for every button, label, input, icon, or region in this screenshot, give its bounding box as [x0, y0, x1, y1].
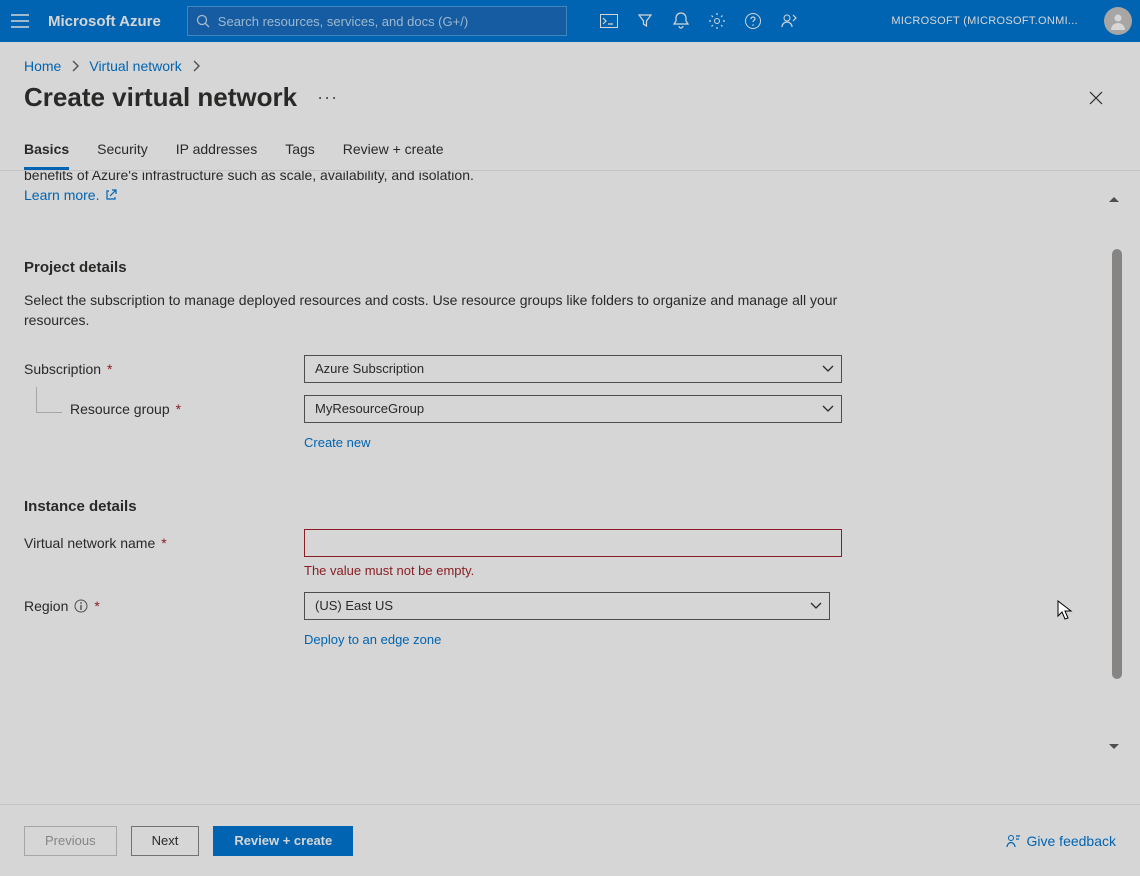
external-link-icon — [105, 189, 117, 201]
tab-basics[interactable]: Basics — [24, 129, 69, 170]
subscription-label-text: Subscription — [24, 361, 101, 377]
footer-bar: Previous Next Review + create Give feedb… — [0, 804, 1140, 876]
next-button[interactable]: Next — [131, 826, 200, 856]
breadcrumb: Home Virtual network — [0, 42, 1140, 82]
settings-icon[interactable] — [707, 11, 727, 31]
required-asterisk: * — [161, 535, 166, 551]
resource-group-label: Resource group * — [24, 401, 304, 417]
previous-button: Previous — [24, 826, 117, 856]
intro-text-partial: benefits of Azure's infrastructure such … — [24, 171, 1034, 183]
tab-tags[interactable]: Tags — [285, 129, 315, 170]
notifications-icon[interactable] — [671, 11, 691, 31]
scroll-down-button[interactable] — [1106, 739, 1122, 755]
learn-more-label: Learn more. — [24, 187, 99, 203]
tab-bar: Basics Security IP addresses Tags Review… — [0, 129, 1140, 171]
chevron-down-icon — [810, 602, 822, 610]
menu-icon — [11, 14, 29, 28]
feedback-person-icon — [1005, 833, 1021, 849]
region-dropdown[interactable]: (US) East US — [304, 592, 830, 620]
tab-security[interactable]: Security — [97, 129, 148, 170]
edge-zone-link[interactable]: Deploy to an edge zone — [304, 632, 1034, 647]
hamburger-menu[interactable] — [8, 9, 32, 33]
vnet-name-label: Virtual network name * — [24, 535, 304, 551]
search-box[interactable] — [187, 6, 567, 36]
title-row: Create virtual network ··· — [0, 82, 1140, 129]
chevron-right-icon — [71, 60, 79, 72]
feedback-label: Give feedback — [1027, 833, 1117, 849]
chevron-down-icon — [822, 365, 834, 373]
required-asterisk: * — [107, 361, 112, 377]
topbar-icon-group — [599, 11, 799, 31]
search-input[interactable] — [218, 14, 558, 29]
breadcrumb-vnet[interactable]: Virtual network — [89, 58, 181, 74]
feedback-icon[interactable] — [779, 11, 799, 31]
chevron-down-icon — [822, 405, 834, 413]
resource-group-dropdown[interactable]: MyResourceGroup — [304, 395, 842, 423]
resource-group-value: MyResourceGroup — [315, 401, 424, 416]
breadcrumb-home[interactable]: Home — [24, 58, 61, 74]
region-row: Region * (US) East US — [24, 592, 1034, 620]
region-label: Region * — [24, 598, 304, 614]
project-details-desc: Select the subscription to manage deploy… — [24, 290, 844, 331]
more-actions-button[interactable]: ··· — [317, 87, 338, 108]
tab-review-create[interactable]: Review + create — [343, 129, 444, 170]
review-create-button[interactable]: Review + create — [213, 826, 353, 856]
cloud-shell-icon[interactable] — [599, 11, 619, 31]
region-value: (US) East US — [315, 598, 393, 613]
vnet-name-input[interactable] — [304, 529, 842, 557]
tree-branch-icon — [36, 387, 62, 413]
search-icon — [196, 14, 210, 28]
close-button[interactable] — [1082, 84, 1110, 112]
subscription-dropdown[interactable]: Azure Subscription — [304, 355, 842, 383]
content-area: benefits of Azure's infrastructure such … — [0, 171, 1140, 773]
scroll-up-button[interactable] — [1106, 191, 1122, 207]
project-details-heading: Project details — [24, 259, 1034, 276]
subscription-label: Subscription * — [24, 361, 304, 377]
top-bar: Microsoft Azure MICROSOFT (MICROSOFT.ONM… — [0, 0, 1140, 42]
scrollbar-thumb[interactable] — [1112, 249, 1122, 679]
learn-more-link[interactable]: Learn more. — [24, 187, 117, 203]
resource-group-row: Resource group * MyResourceGroup — [24, 395, 1034, 423]
help-icon[interactable] — [743, 11, 763, 31]
vnet-name-label-text: Virtual network name — [24, 535, 155, 551]
subscription-value: Azure Subscription — [315, 361, 424, 376]
subscription-row: Subscription * Azure Subscription — [24, 355, 1034, 383]
required-asterisk: * — [94, 598, 99, 614]
chevron-right-icon — [192, 60, 200, 72]
page-title: Create virtual network — [24, 82, 297, 113]
user-avatar[interactable] — [1104, 7, 1132, 35]
tenant-label[interactable]: MICROSOFT (MICROSOFT.ONMI... — [891, 15, 1078, 27]
vnet-name-row: Virtual network name * — [24, 529, 1034, 557]
instance-details-heading: Instance details — [24, 498, 1034, 515]
resource-group-label-text: Resource group — [70, 401, 170, 417]
brand-label[interactable]: Microsoft Azure — [48, 13, 161, 30]
info-icon[interactable] — [74, 599, 88, 613]
create-new-rg-link[interactable]: Create new — [304, 435, 1034, 450]
region-label-text: Region — [24, 598, 68, 614]
vnet-name-error: The value must not be empty. — [304, 563, 1034, 578]
filter-icon[interactable] — [635, 11, 655, 31]
tab-ip-addresses[interactable]: IP addresses — [176, 129, 257, 170]
give-feedback-link[interactable]: Give feedback — [1005, 833, 1117, 849]
required-asterisk: * — [176, 401, 181, 417]
